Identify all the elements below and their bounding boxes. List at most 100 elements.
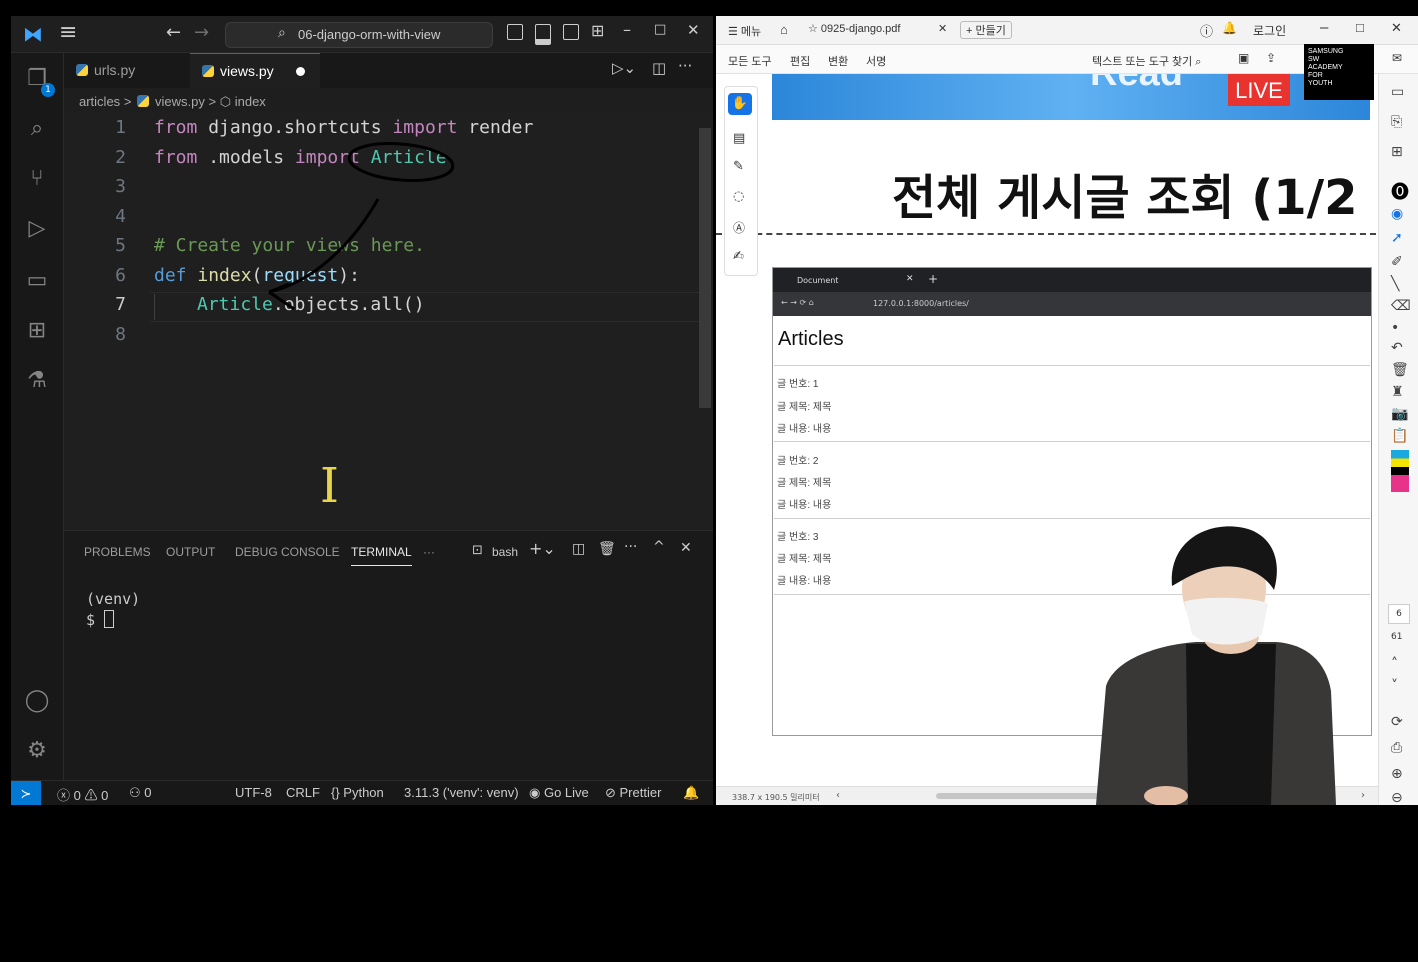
maximize-icon[interactable]: □ [1356, 20, 1364, 35]
run-debug-icon[interactable]: ▷ [21, 213, 53, 245]
split-terminal-icon[interactable]: ◫ [572, 541, 585, 557]
tool-all[interactable]: 모든 도구 [728, 53, 772, 69]
eye-icon[interactable]: ◉ [1391, 206, 1403, 222]
help-bulb-icon[interactable]: ⓿ [1391, 178, 1409, 204]
testing-icon[interactable]: ⚗ [21, 365, 53, 397]
terminal-output[interactable]: (venv) $ [86, 589, 140, 631]
remote-explorer-icon[interactable]: ▭ [21, 265, 53, 297]
mail-icon[interactable]: ✉ [1392, 51, 1402, 65]
tab-terminal[interactable]: TERMINAL [351, 545, 412, 566]
thumbnails-icon[interactable]: ⊞ [1391, 144, 1403, 160]
close-icon[interactable]: ✕ [687, 21, 700, 39]
minimize-icon[interactable]: – [1320, 19, 1328, 36]
comment-tool-icon[interactable]: ▤ [733, 131, 745, 146]
dot-icon[interactable]: • [1391, 320, 1399, 336]
editor-scrollbar[interactable] [699, 128, 711, 408]
pointer-icon[interactable]: ➚ [1391, 230, 1403, 246]
language-indicator[interactable]: {} Python [331, 785, 384, 800]
encoding-indicator[interactable]: UTF-8 [235, 785, 272, 800]
sign-tool-icon[interactable]: ✍ [733, 249, 744, 264]
close-tab-icon[interactable]: ✕ [938, 22, 947, 35]
color-palette[interactable] [1391, 450, 1409, 492]
interpreter-indicator[interactable]: 3.11.3 ('venv': venv) [404, 785, 519, 800]
scroll-left-icon[interactable]: ‹ [836, 790, 840, 801]
rotate-icon[interactable]: ⟳ [1391, 714, 1403, 730]
page-number-input[interactable]: 6 [1388, 604, 1410, 624]
panel-more-icon[interactable]: ··· [423, 545, 435, 559]
next-page-icon[interactable]: ˅ [1391, 678, 1398, 694]
eraser-icon[interactable]: ⌫ [1391, 298, 1411, 314]
pencil-tool-icon[interactable]: ✎ [733, 159, 744, 174]
pdf-doc-tab[interactable]: ☆ 0925-django.pdf [808, 22, 900, 35]
tab-problems[interactable]: PROBLEMS [84, 545, 151, 559]
split-editor-icon[interactable]: ◫ [652, 59, 666, 77]
lasso-tool-icon[interactable]: ◌ [733, 189, 744, 204]
tab-debug-console[interactable]: DEBUG CONSOLE [235, 545, 340, 559]
tab-views-py[interactable]: views.py [190, 53, 320, 88]
extensions-icon[interactable]: ⊞ [21, 315, 53, 347]
undo-icon[interactable]: ↶ [1391, 340, 1403, 356]
home-icon[interactable]: ⌂ [780, 22, 788, 37]
notifications-bell-icon[interactable]: 🔔 [683, 785, 699, 801]
maximize-panel-icon[interactable]: ^ [653, 539, 665, 555]
stamp-icon[interactable]: ♜ [1391, 384, 1404, 400]
save-icon[interactable]: ▣ [1238, 51, 1249, 65]
breadcrumb-folder[interactable]: articles [79, 94, 120, 109]
back-arrow-icon[interactable]: ← [166, 22, 181, 43]
search-icon[interactable]: ⌕ [21, 113, 53, 145]
line-icon[interactable]: ╲ [1391, 276, 1399, 292]
more-actions-icon[interactable]: ··· [678, 57, 692, 75]
code-editor[interactable]: 1 2 3 4 5 6 7 8 from django.shortcuts im… [64, 112, 713, 530]
create-new-button[interactable]: + 만들기 [960, 21, 1012, 39]
tab-output[interactable]: OUTPUT [166, 545, 215, 559]
kill-terminal-icon[interactable]: 🗑 [598, 541, 616, 557]
breadcrumb-symbol[interactable]: index [235, 94, 266, 109]
eol-indicator[interactable]: CRLF [286, 785, 320, 800]
customize-layout-icon[interactable]: ⊞ [591, 21, 604, 40]
highlighter-icon[interactable]: ✐ [1391, 254, 1403, 270]
select-tool-icon[interactable]: ✋ [728, 93, 752, 115]
bookmark-icon[interactable]: ⎘ [1391, 114, 1402, 130]
menu-button[interactable]: ☰ 메뉴 [728, 23, 761, 39]
toggle-secondary-sidebar-icon[interactable] [563, 24, 579, 40]
tool-edit[interactable]: 편집 [790, 53, 810, 69]
terminal-more-icon[interactable]: ··· [624, 539, 637, 555]
source-control-icon[interactable]: ⑂ [21, 163, 53, 195]
remote-indicator-icon[interactable]: ≻ [11, 781, 41, 805]
forward-arrow-icon[interactable]: → [194, 22, 209, 43]
tool-convert[interactable]: 변환 [828, 53, 848, 69]
accounts-icon[interactable]: ◯ [21, 685, 53, 717]
explorer-icon[interactable]: ❐ 1 [21, 63, 55, 97]
upload-icon[interactable]: ⇪ [1266, 51, 1276, 65]
clipboard-icon[interactable]: 📋 [1391, 428, 1408, 444]
bell-icon[interactable]: 🔔 [1222, 21, 1237, 35]
toggle-sidebar-icon[interactable] [507, 24, 523, 40]
login-button[interactable]: 로그인 [1253, 22, 1286, 39]
toggle-panel-icon[interactable] [535, 24, 551, 45]
comments-icon[interactable]: ▭ [1391, 84, 1404, 100]
go-live-button[interactable]: ◉ Go Live [529, 785, 589, 801]
tab-urls-py[interactable]: urls.py [64, 53, 190, 88]
close-icon[interactable]: ✕ [1391, 20, 1402, 36]
new-terminal-icon[interactable]: +⌄ [529, 539, 556, 558]
maximize-icon[interactable]: □ [654, 22, 666, 37]
command-center-search[interactable]: ⌕ 06-django-orm-with-view [225, 22, 493, 48]
zoom-out-icon[interactable]: ⊖ [1391, 790, 1403, 805]
camera-icon[interactable]: 📷 [1391, 406, 1408, 422]
trash-icon[interactable]: 🗑 [1391, 362, 1409, 378]
problems-indicator[interactable]: ⓧ 0 ⚠ 0 [57, 785, 108, 804]
minimize-icon[interactable]: – [623, 20, 631, 39]
text-tool-icon[interactable]: Ⓐ [733, 219, 745, 236]
tool-search[interactable]: 텍스트 또는 도구 찾기 ⌕ [1092, 53, 1201, 69]
unsaved-dot-icon[interactable] [296, 67, 305, 76]
fit-page-icon[interactable]: ⎙ [1391, 740, 1402, 756]
breadcrumb-file[interactable]: views.py [155, 94, 205, 109]
menu-icon[interactable]: ≡ [59, 20, 77, 45]
settings-gear-icon[interactable]: ⚙ [21, 735, 53, 767]
zoom-in-icon[interactable]: ⊕ [1391, 766, 1403, 782]
run-python-icon[interactable]: ▷⌄ [612, 59, 636, 77]
prev-page-icon[interactable]: ˄ [1391, 656, 1398, 672]
ports-indicator[interactable]: ⚇ 0 [129, 785, 152, 801]
prettier-indicator[interactable]: ⊘ Prettier [605, 785, 661, 801]
terminal-shell-label[interactable]: bash [492, 545, 518, 559]
